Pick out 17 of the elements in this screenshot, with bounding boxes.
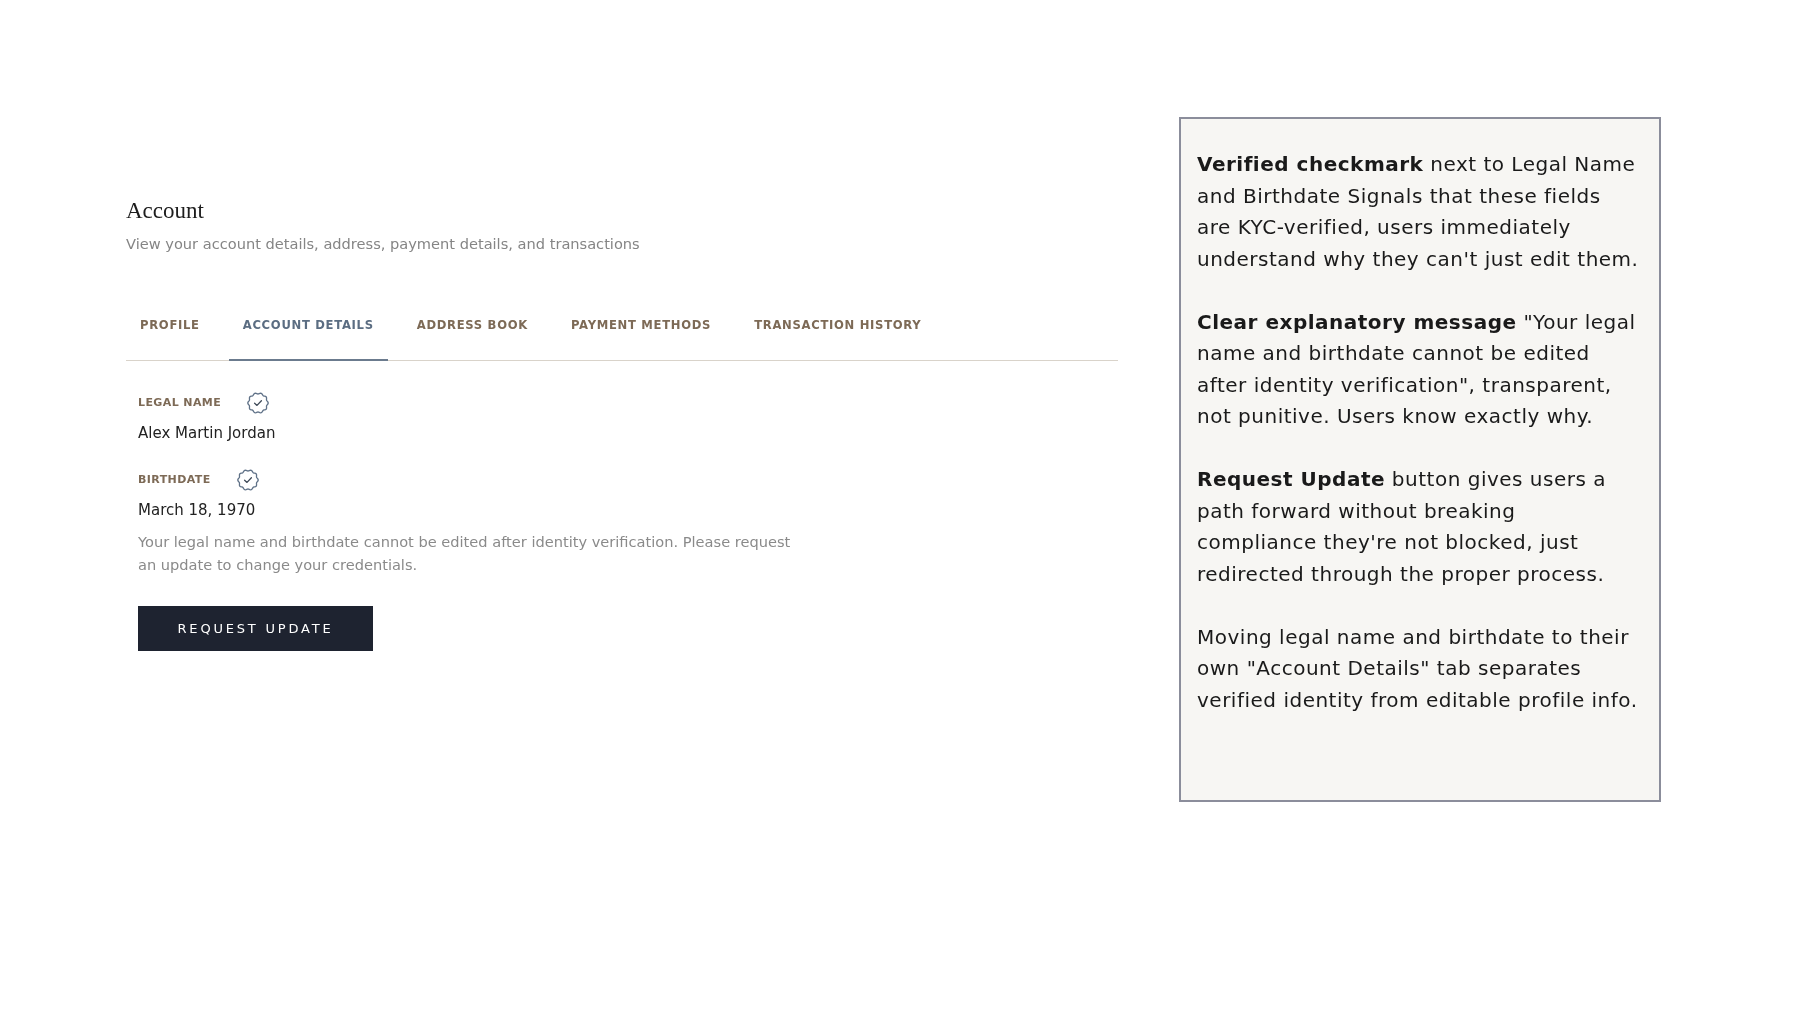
annotation-paragraph: Moving legal name and birthdate to their own "Account Details" tab separates verified identity from editable profile info.	[1197, 623, 1639, 714]
field-label: LEGAL NAME	[138, 395, 222, 411]
verification-notice: Your legal name and birthdate cannot be edited after identity verification. Please request an update to change your credentials.	[138, 532, 792, 575]
page-title: Account	[126, 197, 205, 225]
tab[interactable]: TRANSACTION HISTORY	[740, 290, 936, 361]
tab[interactable]: ADDRESS BOOK	[402, 290, 542, 361]
field-value: March 18, 1970	[138, 500, 257, 521]
tab[interactable]: PAYMENT METHODS	[556, 290, 726, 361]
annotation-paragraph: Verified checkmark next to Legal Name and Birthdate Signals that these fields are KYC-verified, users immediately understand why they can't just edit them.	[1197, 151, 1639, 273]
page-subtitle: View your account details, address, payment details, and transactions	[126, 234, 641, 254]
field-value: Alex Martin Jordan	[138, 423, 277, 444]
annotation-paragraph: Clear explanatory message "Your legal name and birthdate cannot be edited after identity verification", transparent, not punitive. Users know exactly why.	[1197, 308, 1637, 430]
request-update-button[interactable]: REQUEST UPDATE	[138, 606, 373, 651]
field-label: BIRTHDATE	[138, 472, 211, 488]
annotation-paragraph: Request Update button gives users a path forward without breaking compliance they're not blocked, just redirected through the proper process.	[1197, 466, 1608, 588]
tab[interactable]: PROFILE	[126, 290, 214, 361]
tab[interactable]: ACCOUNT DETAILS	[228, 290, 388, 361]
